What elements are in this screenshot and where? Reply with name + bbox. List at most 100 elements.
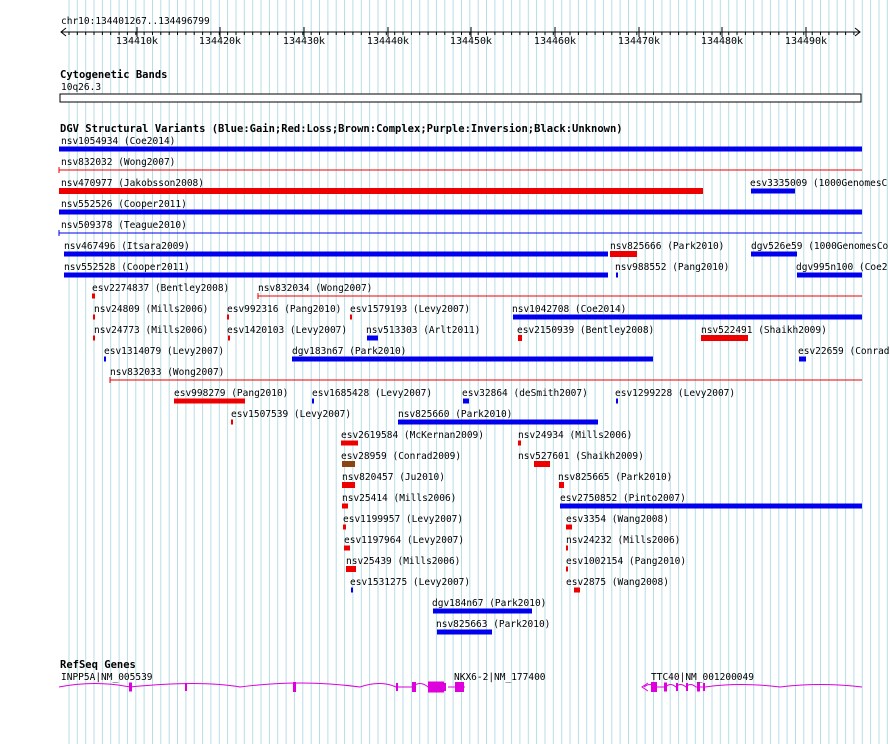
gene-exon[interactable] [651,682,657,692]
variant-bar[interactable] [610,251,637,257]
variant-bar[interactable] [341,440,358,446]
variant-label[interactable]: esv1531275 (Levy2007) [350,577,470,588]
variant-bar[interactable] [343,524,346,530]
variant-label[interactable]: esv2619584 (McKernan2009) [341,430,484,441]
variant-label[interactable]: esv998279 (Pang2010) [174,388,288,399]
variant-bar[interactable] [437,629,492,635]
variant-bar[interactable] [799,356,806,362]
variant-bar[interactable] [344,545,350,551]
gene-exon[interactable] [444,683,446,691]
variant-label[interactable]: nsv825663 (Park2010) [436,619,550,630]
gene-exon[interactable] [697,682,700,692]
variant-bar[interactable] [342,461,355,467]
variant-label[interactable]: esv992316 (Pang2010) [227,304,341,315]
variant-bar[interactable] [312,398,314,404]
variant-bar[interactable] [342,503,348,509]
variant-label[interactable]: nsv832032 (Wong2007) [61,157,175,168]
variant-bar[interactable] [518,440,521,446]
dgv-track-title[interactable]: DGV Structural Variants (Blue:Gain;Red:L… [60,123,623,135]
variant-label[interactable]: dgv184n67 (Park2010) [432,598,546,609]
variant-bar[interactable] [92,293,95,299]
variant-bar[interactable] [566,524,572,530]
variant-bar[interactable] [351,587,353,593]
variant-label[interactable]: nsv552528 (Cooper2011) [64,262,190,273]
variant-bar[interactable] [59,209,862,215]
variant-label[interactable]: esv1685428 (Levy2007) [312,388,432,399]
variant-label[interactable]: nsv24773 (Mills2006) [94,325,208,336]
gene-exon[interactable] [686,683,688,691]
variant-label[interactable]: esv2274837 (Bentley2008) [92,283,229,294]
variant-label[interactable]: esv1299228 (Levy2007) [615,388,735,399]
variant-label[interactable]: nsv470977 (Jakobsson2008) [61,178,204,189]
variant-bar[interactable] [463,398,469,404]
variant-label[interactable]: esv3354 (Wang2008) [566,514,669,525]
variant-bar[interactable] [174,398,245,404]
gene-exon[interactable] [428,681,444,693]
variant-label[interactable]: nsv832034 (Wong2007) [258,283,372,294]
variant-bar[interactable] [518,335,522,341]
variant-label[interactable]: nsv24934 (Mills2006) [518,430,632,441]
gene-label[interactable]: NKX6-2|NM_177400 [454,672,546,683]
variant-bar[interactable] [346,566,356,572]
variant-label[interactable]: dgv526e59 (1000GenomesCo [751,241,889,252]
variant-bar[interactable] [616,398,618,404]
variant-label[interactable]: nsv825660 (Park2010) [398,409,512,420]
variant-label[interactable]: nsv552526 (Cooper2011) [61,199,187,210]
variant-label[interactable]: esv1314079 (Levy2007) [104,346,224,357]
gene-exon[interactable] [293,682,296,692]
variant-label[interactable]: dgv995n100 (Coe2 [796,262,888,273]
variant-label[interactable]: esv32864 (deSmith2007) [462,388,588,399]
variant-label[interactable]: nsv527601 (Shaikh2009) [518,451,644,462]
variant-bar[interactable] [350,314,352,320]
variant-bar[interactable] [93,335,95,341]
variant-label[interactable]: esv1579193 (Levy2007) [350,304,470,315]
variant-label[interactable]: esv2150939 (Bentley2008) [517,325,654,336]
variant-label[interactable]: esv1199957 (Levy2007) [343,514,463,525]
variant-bar[interactable] [64,251,608,257]
variant-bar[interactable] [566,566,568,572]
variant-label[interactable]: esv2875 (Wang2008) [566,577,669,588]
variant-label[interactable]: nsv25439 (Mills2006) [346,556,460,567]
variant-bar[interactable] [559,482,564,488]
gene-label[interactable]: INPP5A|NM_005539 [61,672,153,683]
cytoband-track-title[interactable]: Cytogenetic Bands [60,69,167,81]
variant-label[interactable]: esv1420103 (Levy2007) [227,325,347,336]
variant-label[interactable]: nsv1042708 (Coe2014) [512,304,626,315]
variant-label[interactable]: nsv24809 (Mills2006) [94,304,208,315]
variant-label[interactable]: nsv988552 (Pang2010) [615,262,729,273]
variant-bar[interactable] [227,314,229,320]
variant-label[interactable]: nsv509378 (Teague2010) [61,220,187,231]
variant-label[interactable]: esv1197964 (Levy2007) [344,535,464,546]
gene-label[interactable]: TTC40|NM_001200049 [651,672,754,683]
variant-label[interactable]: esv28959 (Conrad2009) [341,451,461,462]
gene-exon[interactable] [703,683,705,691]
variant-bar[interactable] [104,356,106,362]
refseq-track-title[interactable]: RefSeq Genes [60,659,136,671]
variant-bar[interactable] [292,356,653,362]
gene-exon[interactable] [185,683,187,691]
variant-bar[interactable] [566,545,568,551]
variant-label[interactable]: esv2750852 (Pinto2007) [560,493,686,504]
variant-bar[interactable] [751,188,795,194]
variant-bar[interactable] [367,335,378,341]
variant-label[interactable]: nsv820457 (Ju2010) [342,472,445,483]
variant-label[interactable]: nsv832033 (Wong2007) [110,367,224,378]
gene-exon[interactable] [664,682,667,692]
variant-bar[interactable] [59,188,703,194]
variant-label[interactable]: esv3335009 (1000GenomesC [750,178,887,189]
variant-bar[interactable] [534,461,550,467]
variant-label[interactable]: nsv24232 (Mills2006) [566,535,680,546]
variant-bar[interactable] [231,419,233,425]
variant-bar[interactable] [560,503,862,509]
variant-label[interactable]: nsv825665 (Park2010) [558,472,672,483]
variant-bar[interactable] [398,419,598,425]
variant-label[interactable]: nsv513303 (Arlt2011) [366,325,480,336]
cytoband-ideogram[interactable] [59,93,862,103]
variant-bar[interactable] [433,608,532,614]
variant-label[interactable]: nsv1054934 (Coe2014) [61,136,175,147]
variant-label[interactable]: nsv467496 (Itsara2009) [64,241,190,252]
variant-label[interactable]: nsv25414 (Mills2006) [342,493,456,504]
variant-label[interactable]: nsv825666 (Park2010) [610,241,724,252]
variant-label[interactable]: esv22659 (Conrad [798,346,890,357]
gene-exon[interactable] [396,683,398,691]
